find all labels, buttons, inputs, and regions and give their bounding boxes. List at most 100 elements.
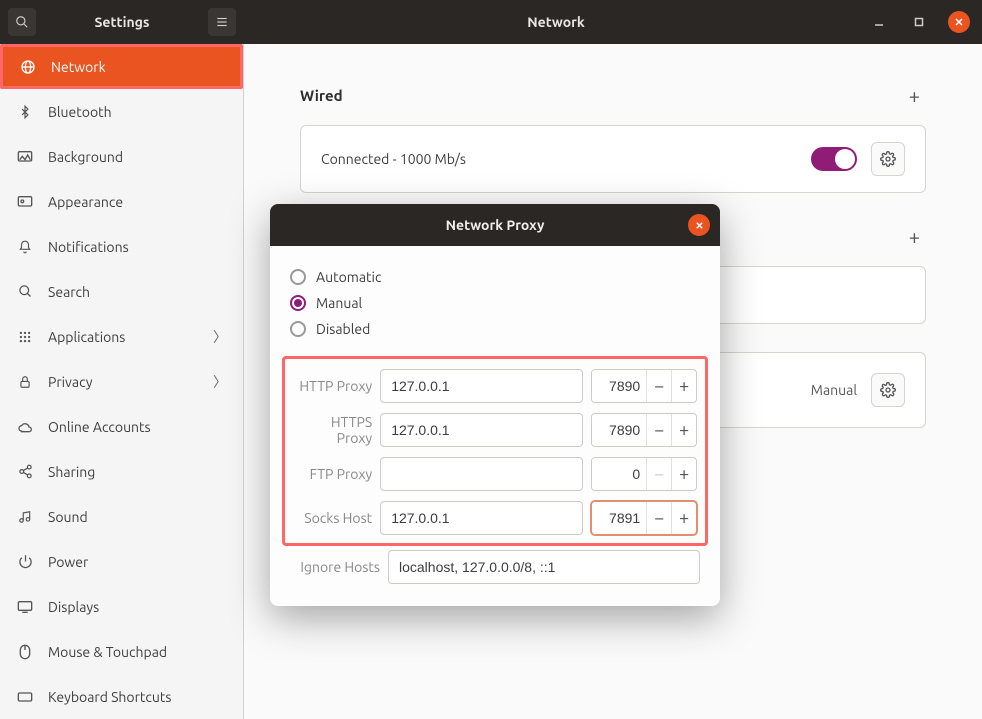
proxy-mode-disabled[interactable]: Disabled <box>290 316 700 342</box>
https-proxy-label: HTTPS Proxy <box>293 414 372 446</box>
decrement-button[interactable]: − <box>646 414 671 446</box>
socks-host-input[interactable] <box>380 501 583 535</box>
increment-button[interactable]: + <box>671 502 696 534</box>
power-icon <box>16 554 34 569</box>
plus-icon: + <box>909 84 920 107</box>
decrement-button[interactable]: − <box>646 502 671 534</box>
app-title: Settings <box>44 14 200 30</box>
https-proxy-host-input[interactable] <box>380 413 583 447</box>
http-proxy-port-input[interactable] <box>592 370 646 402</box>
gear-icon <box>880 382 896 398</box>
add-vpn-button[interactable]: + <box>903 221 926 252</box>
radio-icon <box>290 295 306 311</box>
add-wired-button[interactable]: + <box>903 80 926 111</box>
grid-icon <box>16 330 34 344</box>
sidebar-item-label: Power <box>48 554 88 570</box>
http-proxy-label: HTTP Proxy <box>293 378 372 394</box>
wired-toggle[interactable] <box>811 147 857 171</box>
wired-section-title: Wired <box>300 87 343 104</box>
ftp-proxy-port-input[interactable] <box>592 458 646 490</box>
page-title: Network <box>244 14 868 30</box>
display-icon <box>16 600 34 614</box>
increment-button[interactable]: + <box>671 414 696 446</box>
chevron-right-icon: 〉 <box>213 327 227 347</box>
sidebar-item-label: Sound <box>48 509 88 525</box>
appearance-icon <box>16 195 34 209</box>
sidebar-item-label: Displays <box>48 599 99 615</box>
sidebar-item-label: Notifications <box>48 239 129 255</box>
search-icon <box>16 284 34 299</box>
close-icon <box>695 221 704 230</box>
sidebar-item-label: Background <box>48 149 123 165</box>
sidebar-item-label: Privacy <box>48 374 92 390</box>
socks-host-label: Socks Host <box>293 510 372 526</box>
hamburger-button[interactable] <box>208 8 236 36</box>
radio-label: Manual <box>316 295 362 311</box>
sidebar-item-network[interactable]: Network <box>0 44 243 89</box>
https-proxy-row: HTTPS Proxy − + <box>293 413 697 447</box>
network-proxy-dialog: Network Proxy Automatic Manual Disabled … <box>270 204 720 606</box>
dialog-titlebar: Network Proxy <box>270 204 720 246</box>
sidebar-item-sharing[interactable]: Sharing <box>0 449 243 494</box>
proxy-mode-automatic[interactable]: Automatic <box>290 264 700 290</box>
lock-icon <box>16 374 34 390</box>
sidebar: Network Bluetooth Background Appearance … <box>0 44 244 719</box>
socks-port-input[interactable] <box>592 502 646 534</box>
sidebar-item-mouse[interactable]: Mouse & Touchpad <box>0 629 243 674</box>
http-proxy-host-input[interactable] <box>380 369 583 403</box>
decrement-button[interactable]: − <box>646 370 671 402</box>
music-icon <box>16 509 34 525</box>
sidebar-item-applications[interactable]: Applications 〉 <box>0 314 243 359</box>
socks-host-row: Socks Host − + <box>293 501 697 535</box>
radio-label: Disabled <box>316 321 370 337</box>
increment-button[interactable]: + <box>671 458 696 490</box>
sidebar-item-sound[interactable]: Sound <box>0 494 243 539</box>
search-icon <box>15 15 29 29</box>
https-proxy-port-input[interactable] <box>592 414 646 446</box>
sidebar-item-keyboard[interactable]: Keyboard Shortcuts <box>0 674 243 719</box>
increment-button[interactable]: + <box>671 370 696 402</box>
dialog-close-button[interactable] <box>688 214 710 236</box>
https-proxy-port-spinner: − + <box>591 413 697 447</box>
minimize-icon <box>874 17 884 27</box>
ftp-proxy-host-input[interactable] <box>380 457 583 491</box>
sidebar-item-notifications[interactable]: Notifications <box>0 224 243 269</box>
close-button[interactable] <box>948 11 970 33</box>
sidebar-item-label: Network <box>51 59 106 75</box>
radio-icon <box>290 269 306 285</box>
proxy-mode-manual[interactable]: Manual <box>290 290 700 316</box>
decrement-button[interactable]: − <box>646 458 671 490</box>
maximize-button[interactable] <box>908 11 930 33</box>
chevron-right-icon: 〉 <box>213 372 227 392</box>
sidebar-item-search[interactable]: Search <box>0 269 243 314</box>
minimize-button[interactable] <box>868 11 890 33</box>
search-button[interactable] <box>8 8 36 36</box>
titlebar: Settings Network <box>0 0 982 44</box>
keyboard-icon <box>16 691 34 703</box>
radio-label: Automatic <box>316 269 381 285</box>
sidebar-item-label: Sharing <box>48 464 95 480</box>
dialog-title: Network Proxy <box>446 217 545 233</box>
sidebar-item-label: Mouse & Touchpad <box>48 644 167 660</box>
http-proxy-port-spinner: − + <box>591 369 697 403</box>
sidebar-item-background[interactable]: Background <box>0 134 243 179</box>
proxy-settings-button[interactable] <box>871 373 905 407</box>
ignore-hosts-label: Ignore Hosts <box>290 559 380 575</box>
toggle-knob <box>835 149 855 169</box>
ignore-hosts-input[interactable] <box>388 550 700 584</box>
maximize-icon <box>914 17 924 27</box>
background-icon <box>16 150 34 164</box>
wired-settings-button[interactable] <box>871 142 905 176</box>
cloud-icon <box>16 421 34 433</box>
sidebar-item-privacy[interactable]: Privacy 〉 <box>0 359 243 404</box>
sidebar-item-appearance[interactable]: Appearance <box>0 179 243 224</box>
sidebar-item-power[interactable]: Power <box>0 539 243 584</box>
sidebar-item-online-accounts[interactable]: Online Accounts <box>0 404 243 449</box>
bluetooth-icon <box>16 104 34 120</box>
bell-icon <box>16 239 34 255</box>
gear-icon <box>880 151 896 167</box>
sidebar-item-bluetooth[interactable]: Bluetooth <box>0 89 243 134</box>
sidebar-item-label: Appearance <box>48 194 123 210</box>
sidebar-item-displays[interactable]: Displays <box>0 584 243 629</box>
ftp-proxy-port-spinner: − + <box>591 457 697 491</box>
